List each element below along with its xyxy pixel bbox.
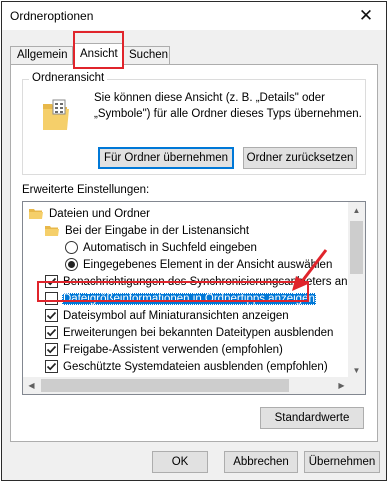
checkbox-option[interactable]: Erweiterungen bei bekannten Dateitypen a… <box>45 324 334 341</box>
option-label: Geschützte Systemdateien ausblenden (emp… <box>63 360 328 373</box>
vertical-scroll-thumb[interactable] <box>350 221 363 274</box>
radio-selected-icon[interactable] <box>65 258 78 271</box>
category-item: Dateien und Ordner <box>29 205 151 222</box>
title-bar: Ordneroptionen ✕ <box>2 2 386 30</box>
checkbox-option[interactable]: Geschützte Systemdateien ausblenden (emp… <box>45 358 329 375</box>
close-icon: ✕ <box>358 6 374 25</box>
vertical-scrollbar[interactable]: ▲ ▼ <box>348 202 365 379</box>
folder-options-dialog: Ordneroptionen ✕ Allgemein Ansicht Suche… <box>1 1 387 481</box>
option-label: Dateien und Ordner <box>49 207 151 220</box>
checkmark-icon <box>46 311 57 320</box>
scroll-left-icon[interactable]: ◀ <box>23 377 40 394</box>
option-label: Bei der Eingabe in der Listenansicht <box>65 224 250 237</box>
radio-empty-icon[interactable] <box>65 241 78 254</box>
checkbox-checked-icon[interactable] <box>45 275 58 288</box>
annotation-arrow-icon <box>292 249 328 291</box>
checkbox-option[interactable]: Freigabe-Assistent verwenden (empfohlen) <box>45 341 284 358</box>
scrollbar-corner <box>348 377 365 394</box>
folder-view-legend: Ordneransicht <box>29 72 108 84</box>
checkmark-icon <box>46 277 57 286</box>
option-label: Erweiterungen bei bekannten Dateitypen a… <box>63 326 334 339</box>
checkbox-unchecked-icon[interactable] <box>45 292 58 305</box>
option-label: Freigabe-Assistent verwenden (empfohlen) <box>63 343 283 356</box>
horizontal-scrollbar[interactable]: ◀ ▶ <box>23 377 350 394</box>
apply-to-folders-button[interactable]: Für Ordner übernehmen <box>98 147 234 169</box>
checkbox-checked-icon[interactable] <box>45 309 58 322</box>
checkmark-icon <box>46 345 57 354</box>
advanced-settings-list[interactable]: Dateien und Ordner Bei der Eingabe in der… <box>22 201 366 395</box>
option-label: Dateigrößeinformationen in Ordnertipps a… <box>62 292 316 305</box>
tab-general-label: Allgemein <box>17 49 68 61</box>
advanced-settings-label: Erweiterte Einstellungen: <box>22 184 150 196</box>
folder-view-description: Sie können diese Ansicht (z. B. „Details… <box>94 90 362 122</box>
description-line-2: „Symbole") für alle Ordner dieses Typs ü… <box>94 108 362 120</box>
folder-view-icon <box>43 99 69 130</box>
folder-icon <box>45 226 59 236</box>
checkbox-option[interactable]: Dateigrößeinformationen in Ordnertipps a… <box>45 290 316 307</box>
checkmark-icon <box>46 328 57 337</box>
checkbox-checked-icon[interactable] <box>45 343 58 356</box>
checkbox-option[interactable]: Dateisymbol auf Miniaturansichten anzeig… <box>45 307 290 324</box>
horizontal-scroll-thumb[interactable] <box>41 379 289 392</box>
tab-view[interactable]: Ansicht <box>73 43 123 66</box>
reset-folders-button[interactable]: Ordner zurücksetzen <box>243 147 357 169</box>
description-line-1: Sie können diese Ansicht (z. B. „Details… <box>94 92 326 104</box>
tab-search-label: Suchen <box>129 49 169 61</box>
cancel-button[interactable]: Abbrechen <box>224 451 298 473</box>
category-item: Bei der Eingabe in der Listenansicht <box>45 222 250 239</box>
checkbox-checked-icon[interactable] <box>45 360 58 373</box>
checkbox-checked-icon[interactable] <box>45 326 58 339</box>
tab-search[interactable]: Suchen <box>122 46 170 65</box>
window-title: Ordneroptionen <box>10 9 94 23</box>
close-button[interactable]: ✕ <box>346 2 386 30</box>
tab-view-label: Ansicht <box>80 48 118 60</box>
radio-option[interactable]: Automatisch in Suchfeld eingeben <box>65 239 258 256</box>
option-label: Automatisch in Suchfeld eingeben <box>83 241 257 254</box>
scroll-up-icon[interactable]: ▲ <box>348 202 365 219</box>
apply-button[interactable]: Übernehmen <box>304 451 380 473</box>
folder-view-group: Ordneransicht Sie können diese Ansicht (… <box>22 72 366 175</box>
tab-general[interactable]: Allgemein <box>10 46 73 65</box>
folder-icon <box>29 209 43 219</box>
option-label: Dateisymbol auf Miniaturansichten anzeig… <box>63 309 289 322</box>
ok-button[interactable]: OK <box>152 451 208 473</box>
restore-defaults-button[interactable]: Standardwerte <box>260 407 364 429</box>
checkmark-icon <box>46 362 57 371</box>
